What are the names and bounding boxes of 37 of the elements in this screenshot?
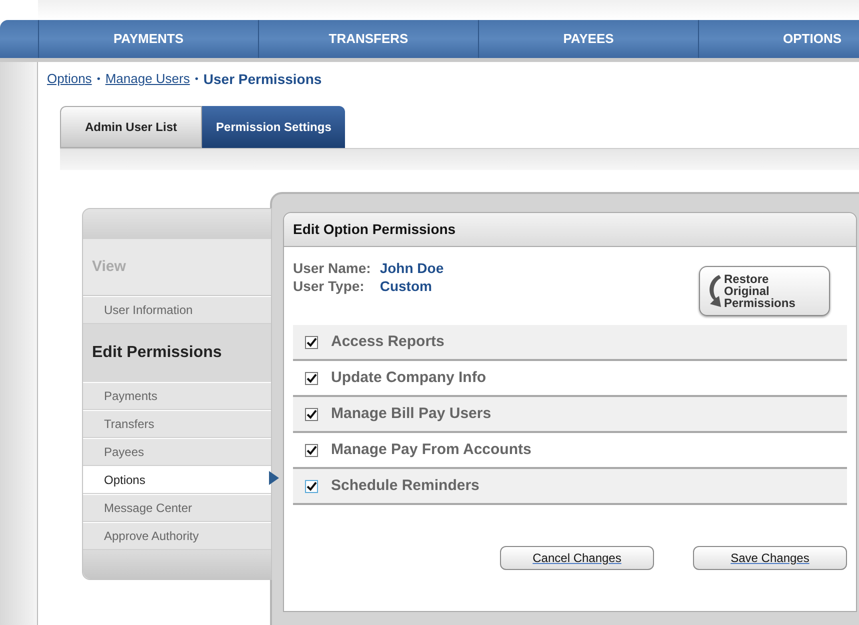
sidebar-item[interactable]: Payments: [83, 382, 271, 410]
nav-tab[interactable]: PAYMENTS: [113, 29, 184, 49]
panel-title: Edit Option Permissions: [284, 213, 856, 247]
field-label: User Type:: [293, 277, 366, 295]
pointer-arrow-icon: [269, 471, 279, 485]
permission-option[interactable]: Manage Bill Pay Users: [293, 397, 847, 433]
breadcrumb-link[interactable]: Options: [47, 69, 92, 89]
sidebar-item[interactable]: Payees: [83, 438, 271, 466]
sidebar-item[interactable]: Transfers: [83, 410, 271, 438]
restore-button[interactable]: Restore Original Permissions: [699, 266, 830, 316]
action-button[interactable]: Save Changes: [693, 546, 847, 570]
field-label: User Name:: [293, 259, 371, 277]
sidebar-item[interactable]: Approve Authority: [83, 522, 271, 550]
checkbox[interactable]: [305, 444, 318, 456]
nav-tab[interactable]: TRANSFERS: [328, 29, 408, 49]
action-button[interactable]: Cancel Changes: [500, 546, 654, 570]
sidebar-heading: Edit Permissions: [83, 324, 271, 382]
sidebar-item[interactable]: User Information: [83, 296, 271, 324]
nav-tab[interactable]: OPTIONS: [783, 29, 842, 49]
breadcrumb-current: User Permissions: [203, 70, 322, 88]
tab[interactable]: Admin User List: [60, 106, 202, 148]
permission-option[interactable]: Access Reports: [293, 325, 847, 361]
breadcrumb-separator: •: [194, 72, 198, 86]
breadcrumb-separator: •: [96, 72, 100, 86]
checkbox[interactable]: [305, 408, 318, 420]
sidebar-item[interactable]: Message Center: [83, 494, 271, 522]
checkbox[interactable]: [305, 336, 318, 348]
nav-tab[interactable]: PAYEES: [563, 29, 614, 49]
sidebar-heading: View: [83, 239, 271, 296]
checkbox[interactable]: [305, 480, 318, 492]
field-value: John Doe: [380, 259, 444, 277]
field-value: Custom: [380, 277, 433, 295]
tab[interactable]: Permission Settings: [202, 106, 346, 148]
breadcrumb-link[interactable]: Manage Users: [105, 69, 190, 89]
checkbox[interactable]: [305, 372, 318, 384]
permission-option[interactable]: Schedule Reminders: [293, 469, 847, 505]
sidebar-item[interactable]: Options: [83, 466, 271, 494]
